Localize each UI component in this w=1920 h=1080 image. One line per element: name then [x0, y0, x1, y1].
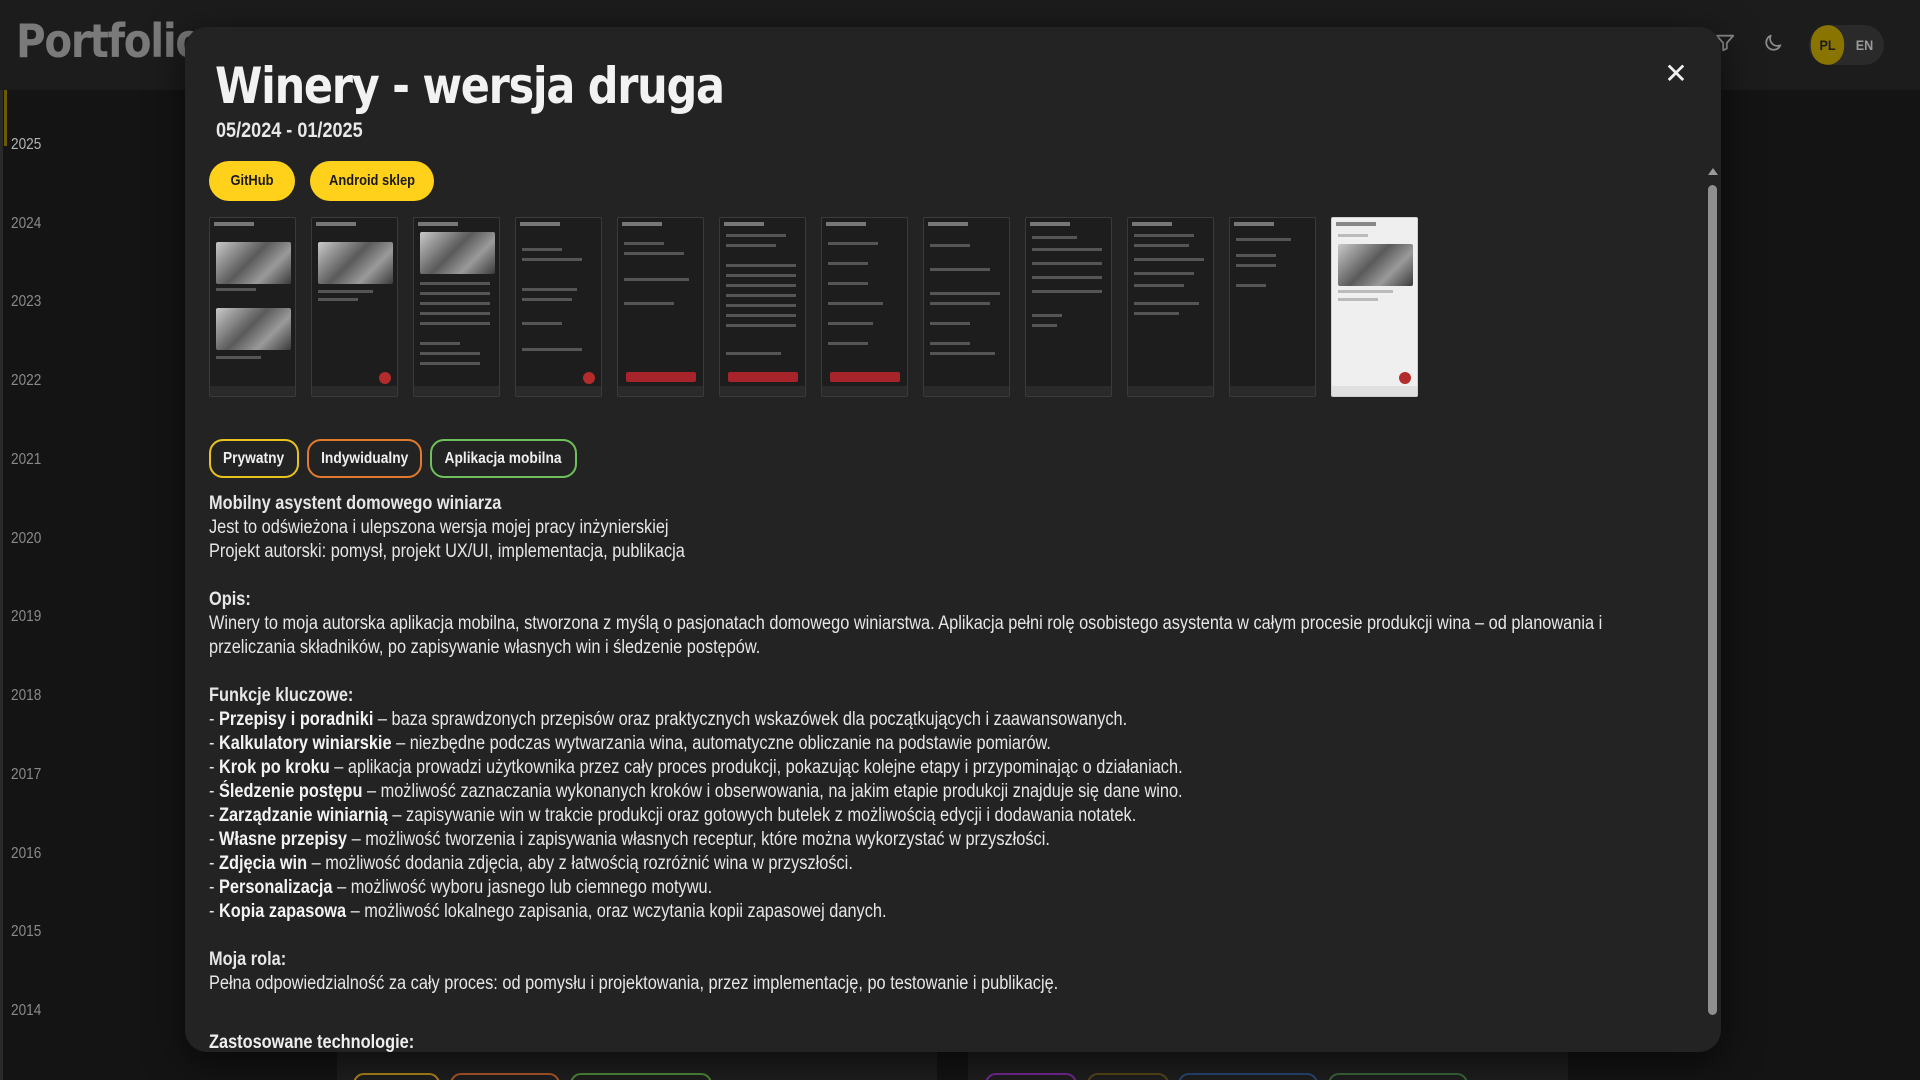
- timeline-year[interactable]: 2021: [11, 451, 41, 469]
- scrollbar-thumb[interactable]: [1708, 185, 1717, 1015]
- feature-item: - Przepisy i poradniki – baza sprawdzony…: [209, 709, 1128, 730]
- timeline-year[interactable]: 2014: [11, 1002, 41, 1020]
- scroll-up-arrow-icon[interactable]: [1708, 168, 1718, 175]
- timeline-year[interactable]: 2017: [11, 766, 41, 784]
- project-modal: Winery - wersja druga 05/2024 - 01/2025 …: [185, 27, 1721, 1052]
- background-tag: [450, 1073, 560, 1080]
- feature-text: – możliwość lokalnego zapisania, oraz wc…: [346, 901, 887, 922]
- screenshot-thumbnail[interactable]: [515, 217, 602, 397]
- background-tag: [1087, 1073, 1169, 1080]
- feature-name: Śledzenie postępu: [218, 781, 363, 802]
- feature-item: - Śledzenie postępu – możliwość zaznacza…: [209, 781, 1183, 802]
- feature-item: - Własne przepisy – możliwość tworzenia …: [209, 829, 1050, 850]
- tag-label: Aplikacja mobilna: [444, 450, 562, 467]
- screenshot-thumbnail[interactable]: [311, 217, 398, 397]
- background-tag: [1178, 1073, 1318, 1080]
- feature-name: Krok po kroku: [218, 757, 330, 778]
- github-button-label: GitHub: [230, 172, 274, 189]
- screenshot-thumbnail[interactable]: [923, 217, 1010, 397]
- github-button[interactable]: GitHub: [209, 161, 295, 201]
- screenshot-thumbnail[interactable]: [617, 217, 704, 397]
- timeline-year[interactable]: 2025: [11, 136, 41, 154]
- feature-text: – możliwość tworzenia i zapisywania włas…: [347, 829, 1050, 850]
- tag-label: Prywatny: [223, 450, 285, 467]
- language-switch: PL EN: [1809, 25, 1884, 65]
- feature-item: - Personalizacja – możliwość wyboru jasn…: [209, 877, 713, 898]
- feature-name: Zdjęcia win: [218, 853, 308, 874]
- screenshot-thumbnail[interactable]: [1025, 217, 1112, 397]
- screenshot-thumbnail[interactable]: [719, 217, 806, 397]
- feature-item: - Zdjęcia win – możliwość dodania zdjęci…: [209, 853, 853, 874]
- feature-name: Kalkulatory winiarskie: [218, 733, 392, 754]
- timeline-year[interactable]: 2020: [11, 530, 41, 548]
- tag-badge: Indywidualny: [307, 439, 422, 478]
- screenshot-thumbnail[interactable]: [1127, 217, 1214, 397]
- screenshot-thumbnail[interactable]: [1331, 217, 1418, 397]
- feature-item: - Krok po kroku – aplikacja prowadzi uży…: [209, 757, 1183, 778]
- android-store-button[interactable]: Android sklep: [310, 161, 434, 201]
- feature-text: – baza sprawdzonych przepisów oraz prakt…: [373, 709, 1128, 730]
- background-tag: [985, 1073, 1077, 1080]
- technologies-heading: Zastosowane technologie:: [209, 1032, 415, 1052]
- description-heading: Opis:: [209, 589, 251, 610]
- background-tag: [353, 1073, 440, 1080]
- features-heading: Funkcje kluczowe:: [209, 685, 354, 706]
- feature-text: – zapisywanie win w trakcie produkcji or…: [387, 805, 1137, 826]
- project-description: Mobilny asystent domowego winiarza Jest …: [209, 492, 1679, 996]
- feature-text: – możliwość wyboru jasnego lub ciemnego …: [332, 877, 713, 898]
- feature-item: - Kopia zapasowa – możliwość lokalnego z…: [209, 901, 887, 922]
- screenshot-thumbnail[interactable]: [413, 217, 500, 397]
- timeline-year[interactable]: 2018: [11, 687, 41, 705]
- feature-name: Własne przepisy: [218, 829, 348, 850]
- moon-icon[interactable]: [1760, 32, 1786, 58]
- feature-name: Personalizacja: [218, 877, 333, 898]
- screenshot-thumbnail[interactable]: [209, 217, 296, 397]
- feature-text: – możliwość zaznaczania wykonanych krokó…: [362, 781, 1183, 802]
- timeline-year[interactable]: 2019: [11, 608, 41, 626]
- timeline-year[interactable]: 2015: [11, 923, 41, 941]
- screenshot-thumbnail[interactable]: [821, 217, 908, 397]
- timeline-year[interactable]: 2024: [11, 215, 41, 233]
- intro-line: Jest to odświeżona i ulepszona wersja mo…: [209, 517, 669, 538]
- intro-line: Projekt autorski: pomysł, projekt UX/UI,…: [209, 541, 685, 562]
- tag-badge: Prywatny: [209, 439, 299, 478]
- intro-heading: Mobilny asystent domowego winiarza: [209, 493, 502, 514]
- close-icon[interactable]: ✕: [1659, 57, 1693, 91]
- lang-en-button[interactable]: EN: [1848, 25, 1881, 65]
- background-tag: [1328, 1073, 1468, 1080]
- description-text: Winery to moja autorska aplikacja mobiln…: [209, 613, 1603, 658]
- timeline-active-marker: [4, 90, 7, 146]
- role-text: Pełna odpowiedzialność za cały proces: o…: [209, 973, 1059, 994]
- feature-text: – możliwość dodania zdjęcia, aby z łatwo…: [307, 853, 853, 874]
- screenshot-thumbnail[interactable]: [1229, 217, 1316, 397]
- feature-item: - Kalkulatory winiarskie – niezbędne pod…: [209, 733, 1051, 754]
- timeline-year[interactable]: 2022: [11, 372, 41, 390]
- brand-logo[interactable]: Portfolio: [16, 14, 203, 68]
- timeline-year[interactable]: 2016: [11, 845, 41, 863]
- timeline-year[interactable]: 2023: [11, 293, 41, 311]
- screenshot-gallery: [209, 217, 1418, 397]
- feature-name: Zarządzanie winiarnią: [218, 805, 388, 826]
- feature-name: Przepisy i poradniki: [218, 709, 374, 730]
- feature-text: – aplikacja prowadzi użytkownika przez c…: [329, 757, 1183, 778]
- feature-text: – niezbędne podczas wytwarzania wina, au…: [391, 733, 1051, 754]
- tag-label: Indywidualny: [320, 450, 409, 467]
- feature-item: - Zarządzanie winiarnią – zapisywanie wi…: [209, 805, 1137, 826]
- background-tag: [570, 1073, 712, 1080]
- lang-pl-button[interactable]: PL: [1810, 25, 1845, 65]
- modal-title: Winery - wersja druga: [215, 57, 725, 115]
- tag-badge: Aplikacja mobilna: [430, 439, 577, 478]
- android-store-button-label: Android sklep: [328, 172, 415, 189]
- role-heading: Moja rola:: [209, 949, 287, 970]
- feature-name: Kopia zapasowa: [218, 901, 347, 922]
- project-dates: 05/2024 - 01/2025: [216, 119, 363, 142]
